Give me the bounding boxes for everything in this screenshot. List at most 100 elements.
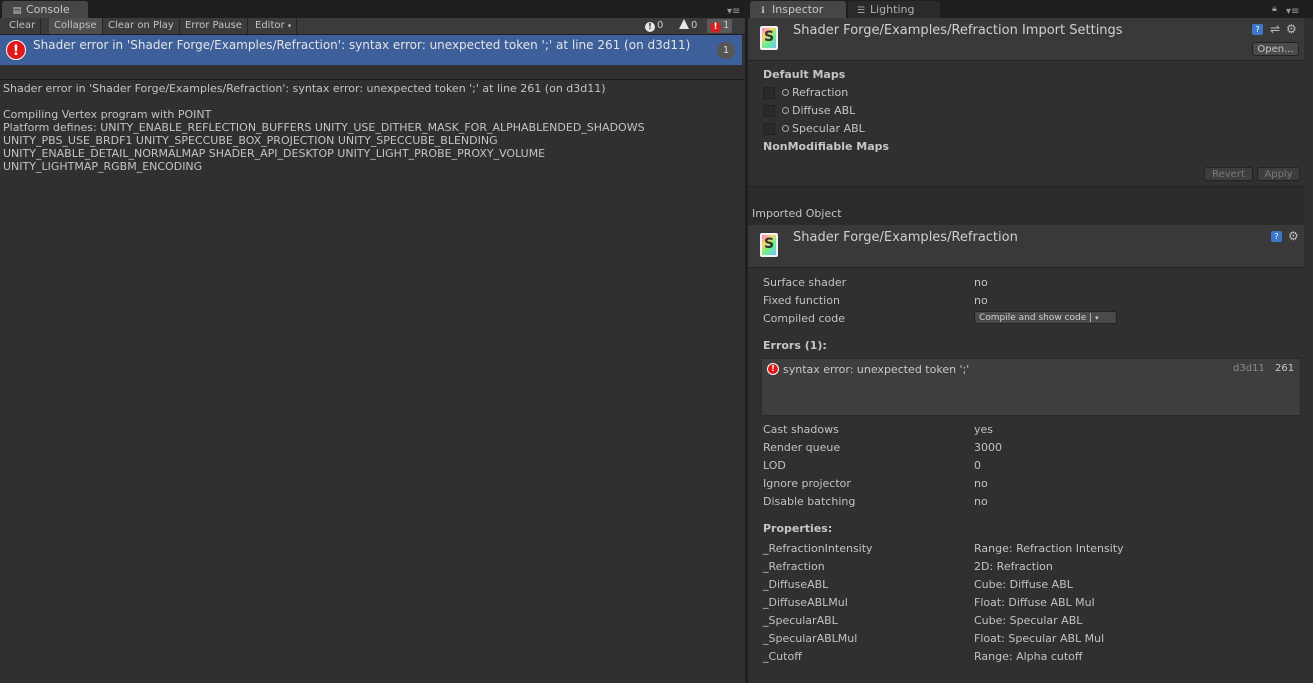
shader-file-icon: S — [760, 233, 778, 257]
collapse-button[interactable]: Collapse — [49, 18, 103, 34]
error-icon: ! — [710, 22, 721, 33]
tab-console[interactable]: ▤ Console — [2, 1, 88, 18]
apply-button[interactable]: Apply — [1257, 167, 1300, 181]
info-icon: ! — [645, 22, 655, 32]
detail-line: Compiling Vertex program with POINT — [3, 108, 212, 121]
errors-heading: Errors (1): — [763, 339, 827, 352]
map-label-refraction[interactable]: Refraction — [782, 86, 848, 99]
map-slot-specular-abl[interactable] — [763, 123, 775, 135]
prop-value: no — [974, 276, 988, 289]
console-tab-strip: ▤ Console ▾≡ — [0, 0, 745, 18]
shader-error-message[interactable]: syntax error: unexpected token ';' — [783, 363, 969, 376]
object-picker-icon — [782, 125, 789, 132]
gear-icon[interactable]: ⚙ — [1286, 23, 1297, 35]
detail-line — [3, 95, 738, 108]
prop-key: Compiled code — [763, 312, 845, 325]
prop-value: no — [974, 477, 988, 490]
object-picker-icon — [782, 107, 789, 114]
import-settings-header: S Shader Forge/Examples/Refraction Impor… — [748, 18, 1304, 61]
property-name: _SpecularABLMul — [763, 632, 858, 645]
object-picker-icon — [782, 89, 789, 96]
lock-icon[interactable]: 🔒︎ — [1272, 4, 1277, 14]
map-slot-refraction[interactable] — [763, 87, 775, 99]
property-name: _Refraction — [763, 560, 825, 573]
property-value: Range: Refraction Intensity — [974, 542, 1124, 555]
inspector-menu-icon[interactable]: ▾≡ — [1286, 6, 1299, 17]
import-settings-title: Shader Forge/Examples/Refraction Import … — [793, 23, 1123, 38]
clear-button[interactable]: Clear — [4, 18, 42, 34]
log-entry-text: Shader error in 'Shader Forge/Examples/R… — [33, 38, 691, 52]
detail-line: Platform defines: UNITY_ENABLE_REFLECTIO… — [3, 121, 645, 134]
detail-line: UNITY_PBS_USE_BRDF1 UNITY_SPECCUBE_BOX_P… — [3, 134, 498, 147]
property-name: _Cutoff — [763, 650, 802, 663]
help-icon[interactable]: ? — [1252, 24, 1263, 35]
map-label-diffuse-abl[interactable]: Diffuse ABL — [782, 104, 855, 117]
detail-line: UNITY_ENABLE_DETAIL_NORMALMAP SHADER_API… — [3, 147, 546, 160]
shader-title: Shader Forge/Examples/Refraction — [793, 230, 1018, 245]
clear-on-play-button[interactable]: Clear on Play — [103, 18, 180, 34]
map-label-specular-abl[interactable]: Specular ABL — [782, 122, 865, 135]
prop-key: Cast shadows — [763, 423, 839, 436]
detail-line: UNITY_LIGHTMAP_RGBM_ENCODING — [3, 160, 203, 173]
log-entry-count-badge: 1 — [717, 42, 735, 59]
properties-heading: Properties: — [763, 522, 833, 535]
chevron-down-icon[interactable]: ▾ — [1095, 314, 1099, 322]
console-splitter[interactable] — [0, 79, 745, 80]
property-value: Cube: Diffuse ABL — [974, 578, 1073, 591]
default-maps-heading: Default Maps — [763, 68, 846, 81]
prop-key: Fixed function — [763, 294, 840, 307]
property-name: _SpecularABL — [763, 614, 838, 627]
prop-key: Ignore projector — [763, 477, 851, 490]
tab-inspector[interactable]: ℹ Inspector — [750, 1, 846, 18]
property-value: Range: Alpha cutoff — [974, 650, 1083, 663]
property-value: Cube: Specular ABL — [974, 614, 1083, 627]
error-icon: ! — [767, 363, 779, 375]
error-icon: ! — [6, 40, 26, 60]
tab-lighting[interactable]: ☰ Lighting — [848, 1, 940, 18]
property-name: _DiffuseABLMul — [763, 596, 848, 609]
property-value: 2D: Refraction — [974, 560, 1053, 573]
help-icon[interactable]: ? — [1271, 231, 1282, 242]
prop-key: Render queue — [763, 441, 841, 454]
error-pause-button[interactable]: Error Pause — [180, 18, 248, 34]
warning-filter-toggle[interactable]: 0 — [676, 19, 700, 33]
editor-dropdown[interactable]: Editor ▾ — [250, 18, 298, 34]
prop-key: Disable batching — [763, 495, 856, 508]
property-name: _RefractionIntensity — [763, 542, 873, 555]
prop-value: 3000 — [974, 441, 1002, 454]
console-panel: ▤ Console ▾≡ Clear Collapse Clear on Play… — [0, 0, 745, 683]
shader-file-icon: S — [760, 26, 778, 50]
imported-object-section: Imported Object — [748, 186, 1304, 225]
revert-button[interactable]: Revert — [1204, 167, 1253, 181]
shader-error-platform: d3d11 — [1233, 363, 1265, 374]
inspector-tab-strip: ℹ Inspector ☰ Lighting 🔒︎ ▾≡ — [748, 0, 1313, 18]
prop-value: yes — [974, 423, 994, 436]
preset-icon[interactable]: ⇌ — [1270, 23, 1280, 35]
map-slot-diffuse-abl[interactable] — [763, 105, 775, 117]
open-button[interactable]: Open... — [1252, 42, 1299, 56]
console-toolbar: Clear Collapse Clear on Play Error Pause… — [0, 18, 745, 35]
warning-icon — [679, 19, 689, 29]
info-filter-toggle[interactable]: ! 0 — [642, 19, 666, 33]
nonmodifiable-maps-heading: NonModifiable Maps — [763, 140, 890, 153]
shader-error-list: ! syntax error: unexpected token ';' d3d… — [761, 358, 1301, 416]
prop-key: Surface shader — [763, 276, 847, 289]
imported-object-label: Imported Object — [752, 207, 842, 220]
prop-value: no — [974, 294, 988, 307]
log-detail-text: Shader error in 'Shader Forge/Examples/R… — [3, 82, 738, 173]
prop-key: LOD — [763, 459, 786, 472]
shader-error-line: 261 — [1275, 363, 1295, 374]
prop-value: 0 — [974, 459, 981, 472]
console-menu-icon[interactable]: ▾≡ — [727, 6, 740, 17]
shader-header: S Shader Forge/Examples/Refraction ? ⚙ — [748, 225, 1304, 268]
chevron-down-icon: ▾ — [287, 22, 292, 30]
property-name: _DiffuseABL — [763, 578, 829, 591]
gear-icon[interactable]: ⚙ — [1288, 230, 1299, 242]
property-value: Float: Specular ABL Mul — [974, 632, 1105, 645]
property-value: Float: Diffuse ABL Mul — [974, 596, 1095, 609]
log-entry-row[interactable]: ! Shader error in 'Shader Forge/Examples… — [0, 35, 742, 65]
error-filter-toggle[interactable]: ! 1 — [707, 19, 733, 33]
compile-show-code-button[interactable]: Compile and show code | ▾ — [974, 311, 1117, 324]
inspector-panel: ℹ Inspector ☰ Lighting 🔒︎ ▾≡ S Shader Forg… — [748, 0, 1313, 683]
detail-line: Shader error in 'Shader Forge/Examples/R… — [3, 82, 606, 95]
